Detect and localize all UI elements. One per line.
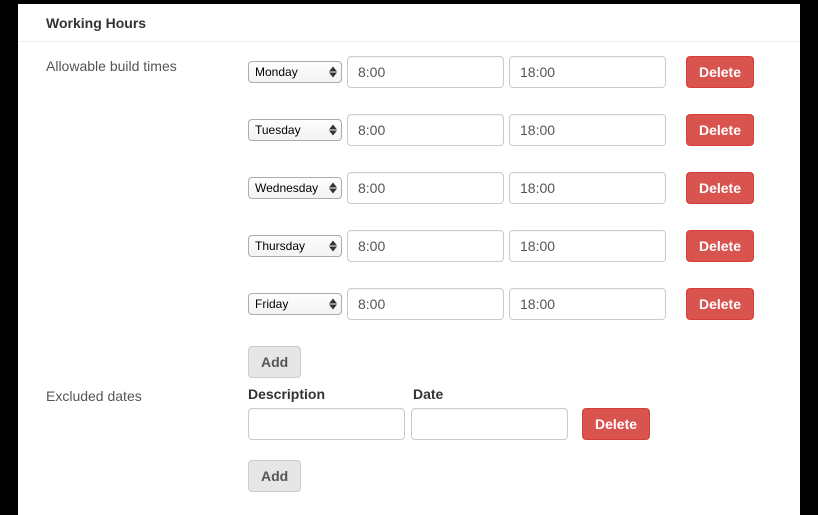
date-input-wrap [411, 408, 568, 440]
start-time-input[interactable] [347, 288, 504, 320]
day-select-wrap: MondayTuesdayWednesdayThursdayFridaySatu… [248, 177, 342, 199]
day-select[interactable]: MondayTuesdayWednesdayThursdayFridaySatu… [248, 61, 342, 83]
row-excluded-dates: Excluded dates DescriptionDateDeleteAdd [18, 378, 800, 492]
section-title: Working Hours [18, 4, 800, 42]
header-date: Date [413, 386, 578, 402]
label-allowable: Allowable build times [18, 56, 248, 74]
excluded-headers: DescriptionDate [248, 386, 754, 402]
end-time-input[interactable] [509, 172, 666, 204]
day-select[interactable]: MondayTuesdayWednesdayThursdayFridaySatu… [248, 293, 342, 315]
day-select[interactable]: MondayTuesdayWednesdayThursdayFridaySatu… [248, 177, 342, 199]
start-time-input[interactable] [347, 56, 504, 88]
day-select-wrap: MondayTuesdayWednesdayThursdayFridaySatu… [248, 61, 342, 83]
allowable-controls: MondayTuesdayWednesdayThursdayFridaySatu… [248, 56, 800, 378]
delete-button[interactable]: Delete [686, 230, 754, 262]
allowable-time-row: MondayTuesdayWednesdayThursdayFridaySatu… [248, 230, 754, 262]
allowable-time-row: MondayTuesdayWednesdayThursdayFridaySatu… [248, 56, 754, 88]
day-select-wrap: MondayTuesdayWednesdayThursdayFridaySatu… [248, 235, 342, 257]
day-select-wrap: MondayTuesdayWednesdayThursdayFridaySatu… [248, 293, 342, 315]
delete-button[interactable]: Delete [582, 408, 650, 440]
add-allowable-button[interactable]: Add [248, 346, 301, 378]
end-time-input[interactable] [509, 230, 666, 262]
start-time-input[interactable] [347, 230, 504, 262]
day-select[interactable]: MondayTuesdayWednesdayThursdayFridaySatu… [248, 119, 342, 141]
section-body: Allowable build times MondayTuesdayWedne… [18, 42, 800, 492]
start-time-input[interactable] [347, 172, 504, 204]
allowable-time-row: MondayTuesdayWednesdayThursdayFridaySatu… [248, 114, 754, 146]
end-time-input[interactable] [509, 114, 666, 146]
allowable-time-row: MondayTuesdayWednesdayThursdayFridaySatu… [248, 172, 754, 204]
delete-button[interactable]: Delete [686, 114, 754, 146]
delete-button[interactable]: Delete [686, 172, 754, 204]
excluded-controls: DescriptionDateDeleteAdd [248, 386, 800, 492]
day-select-wrap: MondayTuesdayWednesdayThursdayFridaySatu… [248, 119, 342, 141]
description-input[interactable] [248, 408, 405, 440]
day-select[interactable]: MondayTuesdayWednesdayThursdayFridaySatu… [248, 235, 342, 257]
delete-button[interactable]: Delete [686, 56, 754, 88]
excluded-date-row: Delete [248, 408, 754, 440]
end-time-input[interactable] [509, 288, 666, 320]
end-time-input[interactable] [509, 56, 666, 88]
start-time-input[interactable] [347, 114, 504, 146]
allowable-time-row: MondayTuesdayWednesdayThursdayFridaySatu… [248, 288, 754, 320]
label-excluded: Excluded dates [18, 386, 248, 404]
delete-button[interactable]: Delete [686, 288, 754, 320]
date-input[interactable] [411, 408, 568, 440]
row-allowable-build-times: Allowable build times MondayTuesdayWedne… [18, 56, 800, 378]
header-description: Description [248, 386, 413, 402]
add-excluded-button[interactable]: Add [248, 460, 301, 492]
settings-panel: Working Hours Allowable build times Mond… [18, 4, 800, 515]
